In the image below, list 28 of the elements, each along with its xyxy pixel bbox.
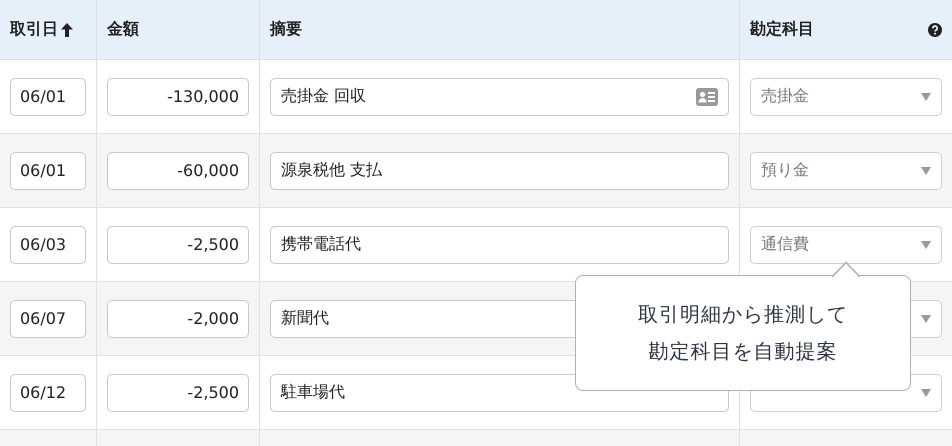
account-select[interactable]: 預り金 [750,152,942,190]
column-header: 摘要 [270,19,302,40]
amount-field[interactable]: -2,500 [107,226,249,264]
caret-icon [921,240,931,248]
caret-icon [921,92,931,100]
caret-icon [921,388,931,396]
contact-card-icon[interactable] [696,88,718,106]
summary-field[interactable]: 源泉税他 支払 [270,152,729,190]
column-header[interactable]: 取引日 [10,19,74,40]
date-field[interactable]: 06/03 [10,226,86,264]
column-header: 金額 [107,19,139,40]
amount-field[interactable]: -2,000 [107,300,249,338]
amount-field[interactable]: -2,500 [107,374,249,412]
amount-field[interactable]: -60,000 [107,152,249,190]
caret-icon [921,166,931,174]
date-field[interactable]: 06/12 [10,374,86,412]
summary-field[interactable]: 携帯電話代 [270,226,729,264]
column-header: 勘定科目 [750,19,814,40]
date-field[interactable]: 06/01 [10,152,86,190]
date-field[interactable]: 06/01 [10,78,86,116]
tooltip-pointer [832,261,860,277]
tooltip: 取引明細から推測して 勘定科目を自動提案 [575,261,911,391]
amount-field[interactable]: -130,000 [107,78,249,116]
date-field[interactable]: 06/07 [10,300,86,338]
account-select[interactable]: 売掛金 [750,78,942,116]
summary-field[interactable]: 売掛金 回収 [270,78,729,116]
help-icon[interactable] [928,22,942,36]
caret-icon [921,314,931,322]
